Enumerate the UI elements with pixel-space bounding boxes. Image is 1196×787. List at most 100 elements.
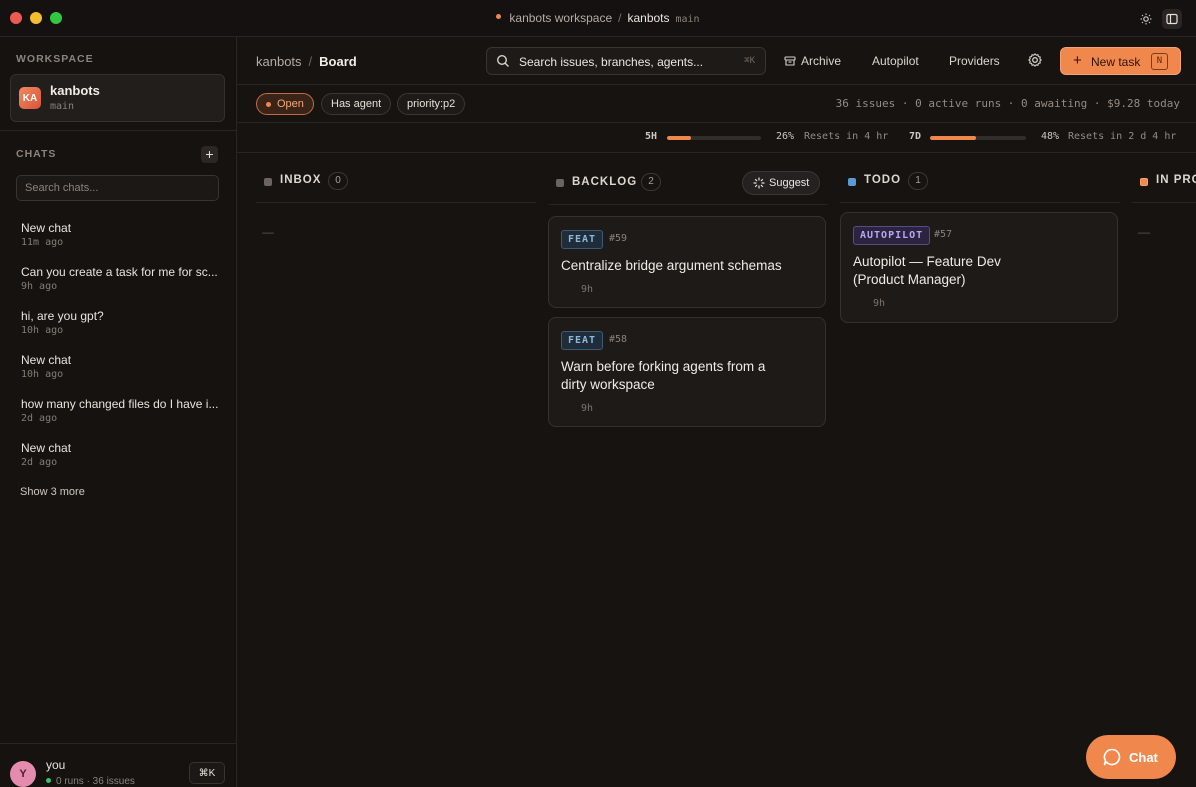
chat-list-item[interactable]: hi, are you gpt? 10h ago <box>21 309 221 353</box>
chat-button[interactable]: Chat <box>1086 735 1176 779</box>
user-stats: 0 runs · 36 issues <box>46 776 135 787</box>
title-project: kanbots <box>627 11 670 25</box>
divider <box>0 743 236 744</box>
window-title: kanbots workspace / kanbots main <box>0 11 1196 25</box>
workspace-card[interactable]: KA kanbots main <box>10 74 225 122</box>
issue-title-line-2: dirty workspace <box>561 377 655 392</box>
chat-bubble-icon <box>1102 747 1122 770</box>
workspace-section-label: WORKSPACE <box>16 53 94 65</box>
filter-bar: Open Has agent priority:p2 36 issues · 0… <box>237 85 1196 123</box>
chat-list-item[interactable]: how many changed files do I have i... 2d… <box>21 397 221 441</box>
autopilot-button[interactable]: Autopilot <box>872 54 919 68</box>
usage-5h-label: 5H <box>645 131 658 142</box>
archive-label: Archive <box>801 54 842 68</box>
user-stats-text: 0 runs · 36 issues <box>56 776 135 787</box>
issue-title-line-1: Autopilot — Feature Dev <box>853 254 1001 269</box>
usage-7d-track <box>930 136 1026 140</box>
issue-time: 9h <box>873 298 886 309</box>
user-name: you <box>46 758 66 772</box>
usage-7d-fill <box>930 136 977 140</box>
title-branch: main <box>675 14 700 25</box>
chat-search-input[interactable] <box>16 175 219 201</box>
chat-time: 9h ago <box>21 281 58 292</box>
issue-tag: FEAT <box>561 331 604 350</box>
archive-icon <box>784 55 796 70</box>
column-title: BACKLOG <box>572 176 638 188</box>
chat-list-item[interactable]: New chat 10h ago <box>21 353 221 397</box>
chat-title: how many changed files do I have i... <box>21 397 219 411</box>
new-task-shortcut: N <box>1151 53 1168 70</box>
column-count: 2 <box>641 173 661 191</box>
issue-id: #59 <box>609 233 628 244</box>
issue-tag: AUTOPILOT <box>853 226 931 245</box>
title-workspace: kanbots workspace <box>509 11 613 25</box>
chat-list-item[interactable]: New chat 11m ago <box>21 221 221 265</box>
workspace-avatar: KA <box>19 87 41 109</box>
search-shortcut: ⌘K <box>744 56 755 66</box>
chat-list-item[interactable]: New chat 2d ago <box>21 441 221 485</box>
user-avatar[interactable]: Y <box>10 761 36 787</box>
online-dot-icon <box>46 777 51 783</box>
usage-7d-percent: 48% <box>1041 131 1060 142</box>
chat-time: 2d ago <box>21 413 58 424</box>
archive-button[interactable]: Archive <box>784 54 841 70</box>
column-title: INBOX <box>280 174 322 186</box>
chat-list: New chat 11m ago Can you create a task f… <box>21 221 221 485</box>
chat-title: New chat <box>21 441 72 455</box>
sidebar-toggle-icon[interactable] <box>1162 9 1182 29</box>
issue-title-line-2: (Product Manager) <box>853 272 966 287</box>
column-in-progress: IN PRO — <box>1132 153 1196 273</box>
breadcrumb-separator: / <box>308 54 313 69</box>
board-stats: 36 issues · 0 active runs · 0 awaiting ·… <box>835 97 1180 110</box>
filter-chip-has-agent[interactable]: Has agent <box>321 93 392 115</box>
chip-label: Open <box>277 98 304 110</box>
chat-time: 11m ago <box>21 237 64 248</box>
chat-button-label: Chat <box>1129 750 1158 765</box>
suggest-button[interactable]: Suggest <box>742 171 820 195</box>
usage-bar: 5H 26% Resets in 4 hr 7D 48% Resets in 2… <box>237 123 1196 153</box>
plus-icon: + <box>1073 52 1082 69</box>
chat-list-item[interactable]: Can you create a task for me for sc... 9… <box>21 265 221 309</box>
column-status-icon <box>264 178 272 186</box>
usage-7d-reset: Resets in 2 d 4 hr <box>1068 131 1177 142</box>
new-chat-button[interactable]: + <box>201 146 218 163</box>
column-title: IN PRO <box>1156 174 1196 186</box>
divider <box>0 130 236 131</box>
chat-title: New chat <box>21 221 72 235</box>
status-dot-icon <box>266 101 271 107</box>
filter-chip-open[interactable]: Open <box>256 93 314 115</box>
command-palette-button[interactable]: ⌘K <box>189 762 225 784</box>
column-count: 0 <box>328 172 348 190</box>
title-bar: kanbots workspace / kanbots main <box>0 0 1196 37</box>
issue-tag: FEAT <box>561 230 604 249</box>
issue-time: 9h <box>581 403 594 414</box>
breadcrumb-root[interactable]: kanbots <box>256 54 302 69</box>
column-header: IN PRO <box>1132 153 1196 203</box>
column-status-icon <box>556 179 564 187</box>
usage-5h-track <box>667 136 761 140</box>
global-search-input[interactable]: Search issues, branches, agents... ⌘K <box>486 47 766 75</box>
new-task-button[interactable]: + New task N <box>1060 47 1181 75</box>
issue-card[interactable]: FEAT #58 Warn before forking agents from… <box>548 317 826 427</box>
search-text: Search issues, branches, agents... <box>519 55 704 69</box>
settings-gear-icon[interactable] <box>1027 52 1043 71</box>
suggest-label: Suggest <box>769 177 810 189</box>
theme-toggle-icon[interactable] <box>1136 9 1156 29</box>
issue-card[interactable]: FEAT #59 Centralize bridge argument sche… <box>548 216 826 308</box>
chat-title: New chat <box>21 353 72 367</box>
show-more-chats-link[interactable]: Show 3 more <box>20 486 85 498</box>
new-task-label: New task <box>1091 55 1141 69</box>
issue-card[interactable]: AUTOPILOT #57 Autopilot — Feature Dev (P… <box>840 212 1118 323</box>
providers-button[interactable]: Providers <box>949 54 1000 68</box>
filter-chip-priority[interactable]: priority:p2 <box>397 93 466 115</box>
empty-column-placeholder: — <box>1138 225 1150 239</box>
usage-7d-label: 7D <box>909 131 922 142</box>
usage-5h-fill <box>667 136 692 140</box>
chat-time: 10h ago <box>21 369 64 380</box>
column-status-icon <box>1140 178 1148 186</box>
workspace-branch: main <box>50 101 75 112</box>
issue-time: 9h <box>581 284 594 295</box>
sidebar: WORKSPACE KA kanbots main CHATS + New ch… <box>0 37 237 787</box>
issue-title: Centralize bridge argument schemas <box>561 258 782 273</box>
usage-5h-reset: Resets in 4 hr <box>804 131 889 142</box>
